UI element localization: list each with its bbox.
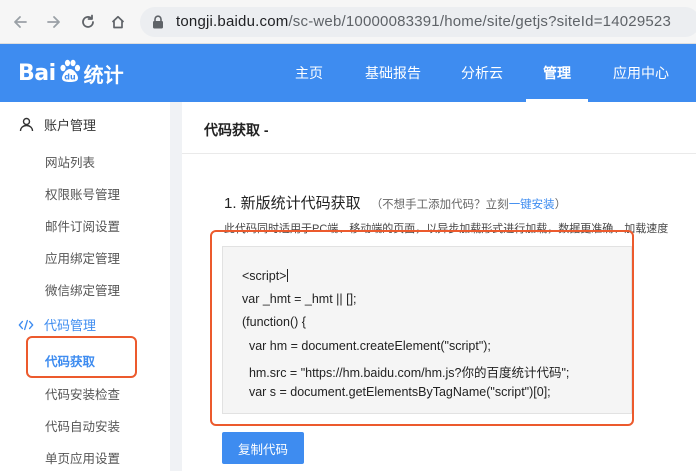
sidebar-item-site-list[interactable]: 网站列表 bbox=[45, 152, 95, 171]
sidebar-item-code-auto-install[interactable]: 代码自动安装 bbox=[45, 416, 120, 435]
app-header: Bai du 统计 主页 基础报告 分析云 管理 应用中心 bbox=[0, 44, 696, 102]
sidebar-item-email-subscription[interactable]: 邮件订阅设置 bbox=[45, 216, 120, 235]
highlight-box-code bbox=[210, 230, 634, 426]
nav-app-center[interactable]: 应用中心 bbox=[598, 44, 684, 102]
main-title-bar: 代码获取 - bbox=[182, 102, 696, 154]
baidu-tongji-logo[interactable]: Bai du 统计 bbox=[18, 58, 124, 89]
page-title: 代码获取 - bbox=[204, 122, 269, 138]
sidebar-item-app-binding[interactable]: 应用绑定管理 bbox=[45, 248, 120, 267]
highlight-box-sidebar bbox=[26, 336, 137, 378]
back-icon[interactable] bbox=[10, 12, 30, 32]
url-text: tongji.baidu.com/sc-web/10000083391/home… bbox=[176, 13, 671, 30]
svg-text:du: du bbox=[64, 73, 76, 82]
code-icon bbox=[18, 317, 34, 333]
sidebar-item-permission-accounts[interactable]: 权限账号管理 bbox=[45, 184, 120, 203]
sidebar-group-account[interactable]: 账户管理 bbox=[18, 115, 96, 134]
paw-icon: du bbox=[57, 58, 83, 89]
one-click-install-link[interactable]: 一键安装 bbox=[509, 199, 555, 211]
top-nav: 主页 基础报告 分析云 管理 应用中心 bbox=[280, 44, 684, 102]
reload-icon[interactable] bbox=[78, 12, 98, 32]
nav-analysis-cloud[interactable]: 分析云 bbox=[448, 44, 516, 102]
nav-home[interactable]: 主页 bbox=[280, 44, 338, 102]
sidebar: 账户管理 网站列表 权限账号管理 邮件订阅设置 应用绑定管理 微信绑定管理 代码… bbox=[0, 102, 170, 471]
forward-icon[interactable] bbox=[44, 12, 64, 32]
section-title: 1. 新版统计代码获取 （不想手工添加代码？立刻一键安装） bbox=[224, 195, 567, 212]
sidebar-item-wechat-binding[interactable]: 微信绑定管理 bbox=[45, 280, 120, 299]
url-bar[interactable]: tongji.baidu.com/sc-web/10000083391/home… bbox=[140, 7, 696, 37]
sidebar-group-code[interactable]: 代码管理 bbox=[18, 315, 96, 334]
sidebar-item-code-check[interactable]: 代码安装检查 bbox=[45, 384, 120, 403]
lock-icon bbox=[152, 15, 164, 34]
home-icon[interactable] bbox=[108, 12, 128, 32]
copy-code-button[interactable]: 复制代码 bbox=[222, 432, 304, 464]
section-hint: （不想手工添加代码？立刻一键安装） bbox=[370, 199, 567, 211]
browser-toolbar: tongji.baidu.com/sc-web/10000083391/home… bbox=[0, 0, 696, 44]
nav-management[interactable]: 管理 bbox=[516, 44, 598, 102]
sidebar-item-spa-settings[interactable]: 单页应用设置 bbox=[45, 448, 120, 467]
user-icon bbox=[18, 117, 34, 133]
nav-basic-reports[interactable]: 基础报告 bbox=[338, 44, 448, 102]
